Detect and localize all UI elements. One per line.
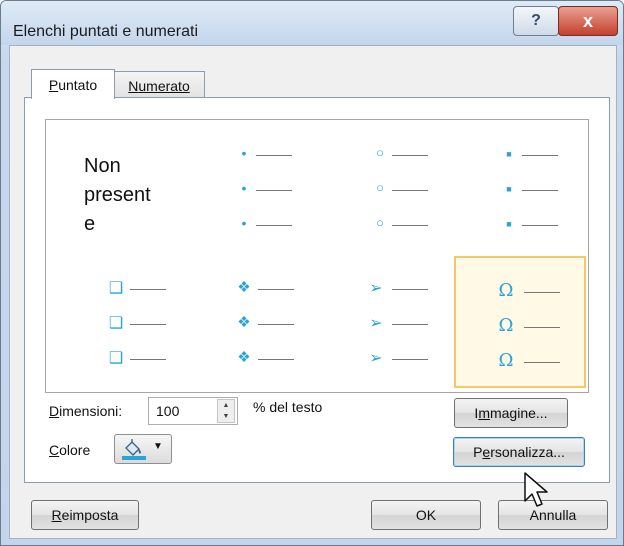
tab-puntato-mnemonic: P bbox=[48, 76, 59, 93]
bullet-line bbox=[522, 190, 558, 191]
ok-button[interactable]: OK bbox=[371, 500, 481, 530]
four-diamond-bullet-icon: ❖ bbox=[237, 279, 251, 296]
help-button[interactable]: ? bbox=[513, 6, 559, 36]
omega-bullet-icon: Ω bbox=[498, 315, 514, 336]
reset-button[interactable]: Reimposta bbox=[31, 500, 139, 530]
size-spin-buttons[interactable]: ▲ ▼ bbox=[217, 399, 235, 423]
image-button-label-rest: magine... bbox=[489, 405, 548, 421]
tab-numerato-label: umerato bbox=[138, 77, 190, 94]
bullet-line bbox=[524, 292, 560, 293]
four-diamond-bullet-icon: ❖ bbox=[237, 314, 251, 331]
bullet-option-shadowed-square[interactable]: ❑ ❑ ❑ bbox=[48, 258, 178, 388]
color-label-text: olore bbox=[59, 442, 91, 458]
bullet-line bbox=[524, 362, 560, 363]
arrowhead-bullet-icon: ➢ bbox=[369, 350, 383, 367]
shadowed-square-bullet-icon: ❑ bbox=[108, 350, 124, 367]
title-bar: Elenchi puntati e numerati ? x bbox=[1, 1, 623, 45]
bullet-line bbox=[258, 289, 294, 290]
none-label-line-2: present bbox=[84, 184, 151, 206]
filled-square-bullet-icon: ■ bbox=[506, 184, 512, 194]
none-label-line-1: Non bbox=[84, 155, 121, 177]
customize-button-mnemonic: e bbox=[482, 444, 491, 460]
filled-square-bullet-icon: ■ bbox=[506, 219, 512, 229]
bullet-line bbox=[392, 190, 428, 191]
shadowed-square-bullet-icon: ❑ bbox=[108, 280, 124, 297]
bullet-line bbox=[258, 324, 294, 325]
bullet-option-arrowhead[interactable]: ➢ ➢ ➢ bbox=[318, 258, 448, 388]
bullet-line bbox=[256, 155, 292, 156]
tab-numerato[interactable]: Numerato bbox=[113, 71, 205, 99]
dialog-window: Elenchi puntati e numerati ? x Puntato N… bbox=[0, 0, 624, 546]
small-dot-bullet-icon: • bbox=[241, 145, 247, 161]
size-value[interactable]: 100 bbox=[156, 403, 179, 419]
bullet-option-omega-selected[interactable]: Ω Ω Ω bbox=[454, 256, 586, 388]
reset-button-mnemonic: R bbox=[51, 507, 62, 523]
size-label: Dimensioni: bbox=[49, 403, 122, 419]
none-label-line-3: e bbox=[84, 213, 96, 235]
small-dot-bullet-icon: • bbox=[241, 180, 247, 196]
bullet-line bbox=[522, 155, 558, 156]
customize-button-label-pre: P bbox=[473, 444, 483, 460]
size-suffix: % del testo bbox=[253, 399, 323, 415]
omega-bullet-icon: Ω bbox=[498, 350, 514, 371]
bullet-line bbox=[392, 359, 428, 360]
four-diamond-bullet-icon: ❖ bbox=[237, 349, 251, 366]
bullet-line bbox=[256, 225, 292, 226]
ok-button-label: OK bbox=[415, 507, 437, 523]
tab-numerato-mnemonic: N bbox=[128, 77, 139, 94]
cancel-button[interactable]: Annulla bbox=[498, 500, 608, 530]
bullet-option-square[interactable]: ■ ■ ■ bbox=[454, 122, 584, 252]
none-option-label: Non present e bbox=[84, 152, 151, 239]
spin-down-icon[interactable]: ▼ bbox=[218, 411, 234, 422]
small-dot-bullet-icon: • bbox=[241, 215, 247, 231]
dialog-title: Elenchi puntati e numerati bbox=[13, 23, 198, 40]
bullet-line bbox=[256, 190, 292, 191]
reset-button-label: eimposta bbox=[61, 507, 119, 523]
paint-bucket-icon bbox=[122, 439, 146, 460]
bullet-line bbox=[524, 327, 560, 328]
bullet-line bbox=[392, 324, 428, 325]
color-picker-button[interactable]: ▼ bbox=[114, 434, 172, 464]
arrowhead-bullet-icon: ➢ bbox=[369, 280, 383, 297]
bullet-line bbox=[392, 289, 428, 290]
chevron-down-icon[interactable]: ▼ bbox=[153, 441, 163, 452]
bullet-gallery: Non present e • • • ○ ○ ○ ■ ■ ■ ❑ ❑ ❑ ❖ bbox=[45, 119, 589, 393]
bullet-line bbox=[130, 289, 166, 290]
customize-button[interactable]: Pe rsonalizza... bbox=[453, 437, 585, 467]
color-label: Colore bbox=[49, 442, 90, 458]
filled-square-bullet-icon: ■ bbox=[506, 149, 512, 159]
hollow-circle-bullet-icon: ○ bbox=[376, 145, 384, 160]
tab-puntato[interactable]: Puntato bbox=[31, 69, 115, 99]
spin-up-icon[interactable]: ▲ bbox=[218, 400, 234, 411]
hollow-circle-bullet-icon: ○ bbox=[376, 215, 384, 230]
hollow-circle-bullet-icon: ○ bbox=[376, 180, 384, 195]
bullet-line bbox=[130, 359, 166, 360]
color-label-mnemonic: C bbox=[49, 442, 60, 458]
tab-puntato-label: untato bbox=[58, 76, 98, 93]
bullet-option-none[interactable]: Non present e bbox=[48, 122, 178, 252]
question-mark-icon: ? bbox=[531, 12, 541, 29]
bullet-option-four-diamond[interactable]: ❖ ❖ ❖ bbox=[182, 258, 312, 388]
bullet-line bbox=[392, 155, 428, 156]
omega-bullet-icon: Ω bbox=[498, 280, 514, 301]
size-spinner[interactable]: 100 ▲ ▼ bbox=[148, 397, 238, 425]
image-button-mnemonic: m bbox=[478, 405, 490, 421]
size-label-text: imensioni: bbox=[59, 403, 123, 419]
customize-button-label-rest: rsonalizza... bbox=[490, 444, 565, 460]
bullet-line bbox=[130, 324, 166, 325]
bullet-line bbox=[258, 359, 294, 360]
mouse-pointer-icon bbox=[524, 472, 548, 507]
arrowhead-bullet-icon: ➢ bbox=[369, 315, 383, 332]
bullet-line bbox=[522, 225, 558, 226]
bullet-line bbox=[392, 225, 428, 226]
size-label-mnemonic: D bbox=[49, 403, 60, 419]
close-button[interactable]: x bbox=[558, 6, 618, 36]
bullet-option-circle[interactable]: ○ ○ ○ bbox=[318, 122, 448, 252]
bullet-option-dot[interactable]: • • • bbox=[182, 122, 312, 252]
close-icon: x bbox=[582, 10, 593, 31]
shadowed-square-bullet-icon: ❑ bbox=[108, 315, 124, 332]
image-button[interactable]: Im magine... bbox=[454, 398, 568, 428]
